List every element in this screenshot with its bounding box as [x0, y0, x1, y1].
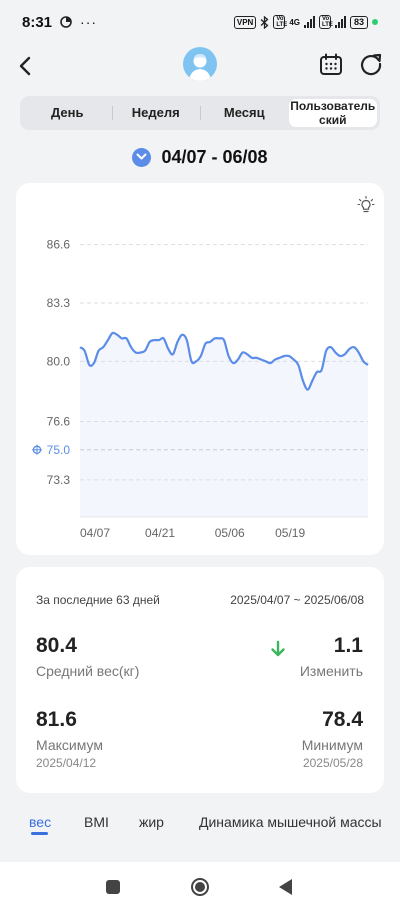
period-dates: 2025/04/07 ~ 2025/06/08 [230, 593, 364, 607]
back-arrow-icon[interactable] [12, 52, 40, 80]
tab-week[interactable]: Неделя [111, 99, 201, 127]
metric-tabs: вес BMI жир Динамика мышечной массы [0, 806, 400, 842]
y-tick-label: 76.6 [47, 414, 71, 428]
x-tick-label: 04/07 [80, 526, 110, 540]
change-value: 1.1 [333, 634, 363, 657]
y-tick-label: 73.3 [47, 473, 71, 487]
metric-tab-weight[interactable]: вес [29, 814, 51, 830]
period-label: За последние 63 дней [36, 593, 160, 607]
metric-tab-muscle[interactable]: Динамика мышечной массы [199, 814, 382, 830]
status-bar: 8:31 ··· VPN Vo LTE 4G Vo LTE 83 [0, 0, 400, 44]
average-weight-value: 80.4 [36, 634, 77, 657]
date-range-selector[interactable]: 04/07 - 06/08 [0, 143, 400, 171]
header [0, 44, 400, 88]
y-tick-label: 86.6 [47, 238, 71, 252]
max-weight-value: 81.6 [36, 708, 77, 731]
average-weight-label: Средний вес(кг) [36, 663, 140, 679]
y-tick-label: 80.0 [47, 354, 71, 368]
privacy-dot [372, 19, 378, 25]
min-weight-label: Минимум [301, 737, 363, 753]
max-weight-date: 2025/04/12 [36, 756, 97, 770]
home-icon[interactable] [191, 878, 209, 896]
network-type: 4G [289, 17, 300, 27]
change-label: Изменить [299, 663, 363, 679]
volte-badge-2: Vo LTE [318, 15, 333, 29]
more-notifications-icon: ··· [80, 14, 98, 30]
battery-indicator: 83 [349, 15, 368, 29]
goal-label: 75.0 [47, 443, 71, 457]
app-notification-icon [60, 16, 72, 28]
back-icon[interactable] [279, 879, 292, 895]
tab-day[interactable]: День [23, 99, 112, 127]
active-tab-indicator [31, 832, 48, 835]
min-weight-value: 78.4 [322, 708, 363, 731]
refresh-icon[interactable] [358, 51, 384, 77]
vpn-badge: VPN [233, 15, 257, 29]
x-tick-label: 04/21 [145, 526, 175, 540]
lightbulb-icon[interactable] [357, 196, 375, 214]
signal-icon-2 [334, 16, 346, 28]
status-time: 8:31 [22, 13, 53, 31]
max-weight-label: Максимум [36, 737, 103, 753]
y-tick-label: 83.3 [47, 296, 71, 310]
date-range-text: 04/07 - 06/08 [161, 146, 268, 167]
avatar-icon[interactable] [183, 47, 217, 81]
arrow-down-icon [271, 640, 285, 657]
tab-month[interactable]: Месяц [200, 99, 289, 127]
x-tick-label: 05/19 [275, 526, 305, 540]
volte-badge-1: Vo LTE [273, 15, 287, 29]
min-weight-date: 2025/05/28 [302, 756, 363, 770]
chevron-down-icon[interactable] [132, 147, 152, 167]
tab-custom[interactable]: Пользователь ский [288, 99, 377, 127]
weight-chart[interactable]: 86.6 83.3 80.0 76.6 73.3 75.0 04/07 04/21 05/06 0… [16, 183, 384, 555]
x-tick-label: 05/06 [215, 526, 245, 540]
recent-apps-icon[interactable] [106, 880, 120, 894]
metric-tab-bmi[interactable]: BMI [84, 814, 109, 830]
calendar-icon[interactable] [318, 52, 344, 78]
bluetooth-icon [260, 15, 269, 29]
period-tabs: День Неделя Месяц Пользователь ский [20, 96, 380, 130]
signal-icon-1 [303, 16, 315, 28]
metric-tab-fat[interactable]: жир [139, 814, 164, 830]
